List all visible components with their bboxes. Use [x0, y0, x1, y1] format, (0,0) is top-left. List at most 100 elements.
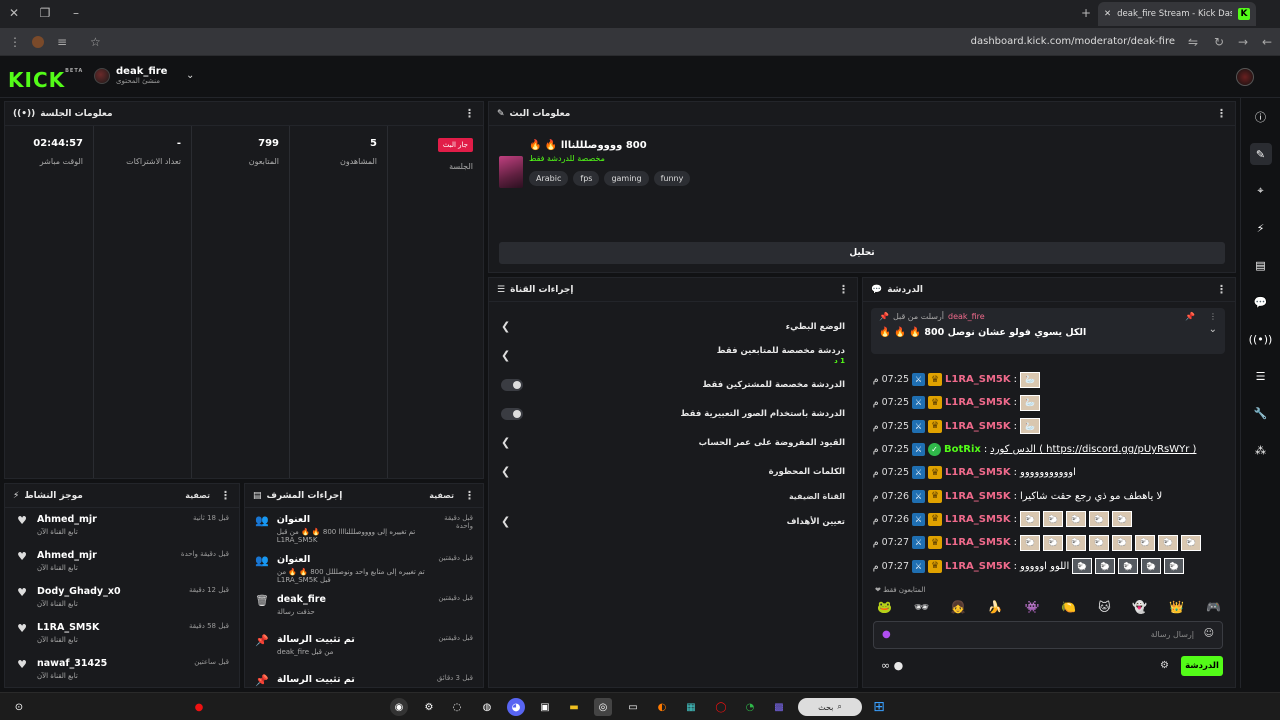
user-avatar[interactable]: [1236, 68, 1254, 86]
forward-icon[interactable]: →: [1238, 35, 1248, 49]
steam-icon[interactable]: ◍: [478, 698, 496, 716]
image-viewer-icon[interactable]: ▣: [536, 698, 554, 716]
edit-pencil-icon[interactable]: ✎: [1249, 143, 1272, 165]
settings-gear-icon[interactable]: ⚙: [1160, 660, 1169, 671]
chat-username[interactable]: L1RA_SM5K: [945, 561, 1011, 572]
close-tab-icon[interactable]: ✕: [1104, 9, 1111, 19]
focus-icon[interactable]: ⌖: [1250, 180, 1272, 202]
chat-message[interactable]: 07:25 م ⚔ ♛ L1RA_SM5K: 🦢: [863, 368, 1235, 391]
chat-bubble-icon[interactable]: 💬: [1250, 291, 1272, 313]
kick-logo[interactable]: KICKBETA: [8, 68, 83, 92]
chat-username[interactable]: L1RA_SM5K: [945, 491, 1011, 502]
kick-points-icon[interactable]: ∞ ●: [881, 659, 903, 672]
clear-mod-actions-button[interactable]: تصفية: [429, 491, 454, 500]
terminal-icon[interactable]: ▭: [624, 698, 642, 716]
chat-username[interactable]: L1RA_SM5K: [945, 514, 1011, 525]
emote-icon[interactable]: 🍋: [1061, 600, 1076, 614]
firefox-icon[interactable]: ◐: [653, 698, 671, 716]
emote-icon[interactable]: 👾: [1024, 600, 1039, 614]
chat-username[interactable]: L1RA_SM5K: [945, 397, 1011, 408]
chat-message[interactable]: 07:25 م ⚔ ♛ L1RA_SM5K: 🦢: [863, 415, 1235, 438]
profile-icon[interactable]: [32, 36, 44, 48]
reload-icon[interactable]: ↻: [1214, 35, 1224, 49]
chat-send-button[interactable]: الدردشة: [1181, 656, 1223, 676]
chrome-icon[interactable]: ◎: [594, 698, 612, 716]
more-options-icon[interactable]: ⋮: [1216, 107, 1227, 120]
activity-username[interactable]: Dody_Ghady_x0: [37, 586, 121, 597]
chat-username[interactable]: L1RA_SM5K: [945, 537, 1011, 548]
tab-search-icon[interactable]: ≡: [57, 35, 67, 49]
list-icon[interactable]: ☰: [1250, 365, 1272, 387]
restore-window-icon[interactable]: ❐: [37, 6, 53, 20]
banned-words-row[interactable]: الكلمات المحظورة ❯: [489, 457, 857, 486]
broadcast-icon[interactable]: ((•)): [1249, 328, 1273, 350]
edit-stream-button[interactable]: تحليل: [499, 242, 1225, 264]
lightning-icon[interactable]: ⚡: [1250, 217, 1272, 239]
more-options-icon[interactable]: ⋮: [464, 107, 475, 120]
emote-icon[interactable]: 🎮: [1206, 600, 1221, 614]
chat-message[interactable]: 07:26 م ⚔ ♛ L1RA_SM5K: 🐑 🐑 🐑 🐑 🐑: [863, 508, 1235, 531]
taskbar-search[interactable]: بحث ⌕: [798, 698, 862, 716]
slow-mode-row[interactable]: الوضع البطيء ❯: [489, 312, 857, 341]
emote-icon[interactable]: 🐱: [1098, 600, 1111, 614]
settings-gear-icon[interactable]: ⚙: [420, 698, 438, 716]
activity-username[interactable]: Ahmed_mjr: [37, 514, 97, 525]
emote-icon[interactable]: 👻: [1132, 600, 1147, 614]
more-options-icon[interactable]: ⋮: [1209, 312, 1217, 321]
chat-message[interactable]: 07:25 م ⚔ ♛ L1RA_SM5K: اووووووووووو: [863, 461, 1235, 484]
stream-category[interactable]: مخصصة للدردشة فقط: [529, 154, 690, 163]
emoji-icon[interactable]: ☺: [1204, 628, 1214, 639]
channel-switcher[interactable]: deak_fire منشئ المحتوى: [94, 66, 167, 85]
chat-username[interactable]: L1RA_SM5K: [945, 374, 1011, 385]
new-tab-icon[interactable]: +: [1078, 6, 1094, 20]
discord-icon[interactable]: ◕: [507, 698, 525, 716]
whatsapp-icon[interactable]: ◔: [741, 698, 759, 716]
more-options-icon[interactable]: ⋮: [464, 489, 475, 502]
back-icon[interactable]: ←: [1262, 35, 1272, 49]
chat-message[interactable]: 07:25 م ⚔ ♛ L1RA_SM5K: 🦢: [863, 391, 1235, 414]
info-icon[interactable]: ⓘ: [1250, 106, 1272, 128]
close-window-icon[interactable]: ✕: [6, 6, 22, 20]
emotes-only-toggle[interactable]: [501, 407, 523, 420]
teams-icon[interactable]: ▩: [770, 698, 788, 716]
emote-icon[interactable]: 🕶: [914, 600, 929, 614]
wrench-icon[interactable]: 🔧: [1250, 402, 1272, 424]
followers-only-row[interactable]: دردشة مخصصة للمتابعين فقط 1 د ❯: [489, 341, 857, 370]
obs-icon[interactable]: ◉: [390, 698, 408, 716]
app-icon[interactable]: ◌: [448, 698, 466, 716]
set-goals-row[interactable]: تعيين الأهداف ❯: [489, 507, 857, 536]
opera-icon[interactable]: ◯: [712, 698, 730, 716]
chat-message[interactable]: 07:27 م ⚔ ♛ L1RA_SM5K: اللوو اووووو 🐑 🐑 🐑 🐑 🐑: [863, 554, 1235, 577]
site-settings-icon[interactable]: ⇋: [1188, 35, 1198, 49]
browser-tab[interactable]: ✕ deak_fire Stream - Kick Dashbo K: [1098, 2, 1256, 26]
chat-username[interactable]: BotRix: [944, 444, 981, 455]
more-options-icon[interactable]: ⋮: [1216, 283, 1227, 296]
chat-message[interactable]: 07:27 م ⚔ ♛ L1RA_SM5K: 🐑 🐑 🐑 🐑 🐑 🐑 🐑 🐑: [863, 531, 1235, 554]
activity-username[interactable]: Ahmed_mjr: [37, 550, 97, 561]
chat-username[interactable]: L1RA_SM5K: [945, 421, 1011, 432]
store-icon[interactable]: ▦: [682, 698, 700, 716]
minimize-window-icon[interactable]: –: [68, 6, 84, 20]
apps-icon[interactable]: ⁂: [1250, 439, 1272, 461]
emote-icon[interactable]: 👑: [1169, 600, 1184, 614]
folder-icon[interactable]: ▬: [565, 698, 583, 716]
bookmark-star-icon[interactable]: ☆: [90, 35, 101, 49]
menu-icon[interactable]: ⋮: [9, 35, 21, 49]
subscribers-only-toggle[interactable]: [501, 378, 523, 391]
emote-icon[interactable]: 👧: [951, 600, 966, 614]
more-options-icon[interactable]: ⋮: [220, 489, 231, 502]
activity-username[interactable]: nawaf_31425: [37, 658, 107, 669]
chevron-down-icon[interactable]: ⌄: [1209, 324, 1217, 335]
activity-username[interactable]: L1RA_SM5K: [37, 622, 99, 633]
chevron-down-icon[interactable]: ⌄: [186, 70, 194, 81]
document-icon[interactable]: ▤: [1250, 254, 1272, 276]
clear-activity-button[interactable]: تصفية: [185, 491, 210, 500]
unpin-icon[interactable]: 📌: [1185, 312, 1195, 321]
url-field[interactable]: dashboard.kick.com/moderator/deak-fire: [971, 36, 1175, 47]
emote-icon[interactable]: 🍌: [988, 600, 1003, 614]
record-icon[interactable]: ●: [190, 698, 208, 716]
windows-start-icon[interactable]: ⊞: [870, 698, 888, 716]
chat-input[interactable]: ● إرسال رسالة ☺: [873, 621, 1223, 649]
chat-message[interactable]: 07:26 م ⚔ ♛ L1RA_SM5K: لا ياهطف مو ذي رجع حق…: [863, 484, 1235, 507]
chat-username[interactable]: L1RA_SM5K: [945, 467, 1011, 478]
